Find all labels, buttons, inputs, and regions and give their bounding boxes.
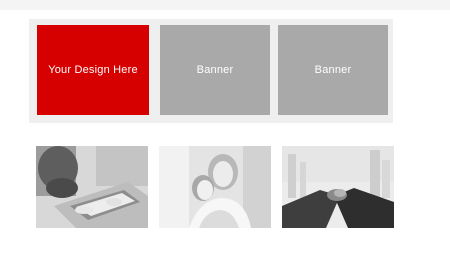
banner-3[interactable]: Banner xyxy=(278,25,388,115)
banner-label: Banner xyxy=(196,64,234,76)
banner-your-design-here[interactable]: Your Design Here xyxy=(37,25,149,115)
page: Your Design Here Banner Banner xyxy=(0,0,450,253)
banner-label: Banner xyxy=(314,64,352,76)
handshake-city-photo[interactable] xyxy=(282,146,394,228)
banner-2[interactable]: Banner xyxy=(160,25,270,115)
laptop-hands-photo[interactable] xyxy=(36,146,148,228)
top-strip xyxy=(0,0,450,10)
banner-label: Your Design Here xyxy=(48,64,138,76)
mother-daughter-photo[interactable] xyxy=(159,146,271,228)
